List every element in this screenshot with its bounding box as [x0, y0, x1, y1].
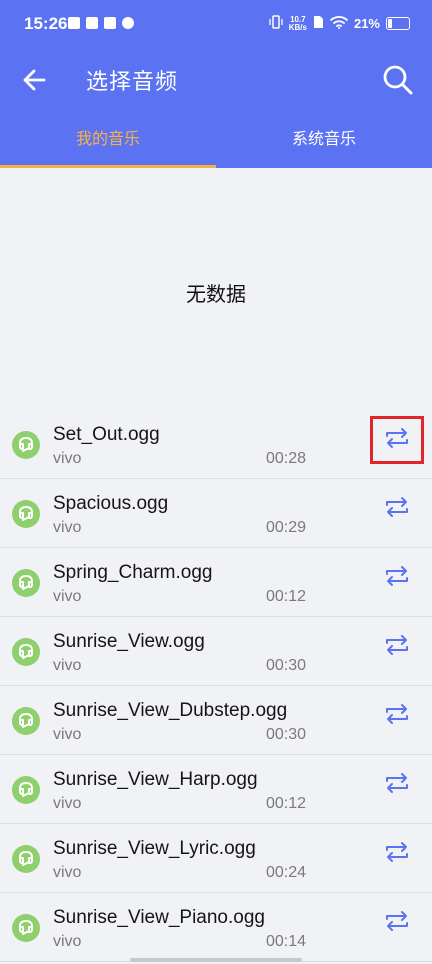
- music-note-icon: [11, 568, 41, 598]
- search-icon: [383, 65, 413, 95]
- battery-icon: [386, 17, 410, 30]
- music-note-icon: [11, 913, 41, 943]
- song-duration: 00:12: [266, 795, 307, 812]
- status-bar: 15:26 10.7 KB/s 21%: [0, 0, 432, 50]
- song-title: Spacious.ogg: [53, 493, 169, 514]
- song-row[interactable]: Sunrise_View_Dubstep.oggvivo 00:30: [0, 686, 432, 755]
- wifi-icon: [330, 15, 348, 32]
- vibrate-icon: [269, 15, 283, 32]
- music-note-icon: [11, 706, 41, 736]
- song-duration: 00:30: [266, 657, 307, 674]
- song-row[interactable]: Sunrise_View_Lyric.oggvivo 00:24: [0, 824, 432, 893]
- repeat-button[interactable]: [370, 899, 424, 947]
- song-row[interactable]: Sunrise_View_Harp.oggvivo 00:12: [0, 755, 432, 824]
- repeat-icon: [383, 839, 411, 869]
- song-title: Sunrise_View.ogg: [53, 631, 205, 652]
- repeat-button[interactable]: [370, 761, 424, 809]
- song-title: Spring_Charm.ogg: [53, 562, 213, 583]
- song-duration: 00:24: [266, 864, 307, 881]
- song-artist: vivo: [53, 450, 82, 467]
- song-title: Sunrise_View_Dubstep.ogg: [53, 700, 288, 721]
- repeat-button[interactable]: [370, 485, 424, 533]
- repeat-icon: [383, 632, 411, 662]
- app-icon: [104, 17, 116, 29]
- battery-percent: 21%: [353, 16, 380, 31]
- song-title: Set_Out.ogg: [53, 424, 160, 445]
- tab-bar: 我的音乐 系统音乐: [0, 110, 432, 168]
- repeat-button[interactable]: [370, 692, 424, 740]
- repeat-icon: [383, 770, 411, 800]
- repeat-icon: [383, 563, 411, 593]
- empty-state-text: 无数据: [186, 282, 246, 306]
- song-row[interactable]: Spring_Charm.oggvivo 00:12: [0, 548, 432, 617]
- song-duration: 00:28: [266, 450, 307, 467]
- song-artist: vivo: [53, 933, 82, 950]
- repeat-button[interactable]: [370, 554, 424, 602]
- song-row[interactable]: Set_Out.oggvivo 00:28: [0, 410, 432, 479]
- repeat-icon: [383, 908, 411, 938]
- back-button[interactable]: [18, 62, 54, 98]
- tab-indicator: [0, 165, 216, 168]
- arrow-left-icon: [23, 69, 46, 91]
- status-time: 15:26: [24, 14, 68, 33]
- repeat-button[interactable]: [370, 416, 424, 464]
- tab-system-music[interactable]: 系统音乐: [216, 110, 432, 168]
- song-row[interactable]: Sunrise_View_Piano.oggvivo 00:14: [0, 893, 432, 962]
- tab-my-music[interactable]: 我的音乐: [0, 110, 216, 168]
- repeat-button[interactable]: [370, 830, 424, 878]
- calendar-icon: [86, 17, 98, 29]
- home-indicator: [130, 958, 302, 962]
- song-duration: 00:30: [266, 726, 307, 743]
- song-artist: vivo: [53, 726, 82, 743]
- song-duration: 00:14: [266, 933, 307, 950]
- song-artist: vivo: [53, 588, 82, 605]
- net-speed: 10.7 KB/s: [288, 14, 307, 32]
- song-row[interactable]: Spacious.ogg vivo 00:29: [0, 479, 432, 548]
- song-artist: vivo: [53, 657, 82, 674]
- music-note-icon: [11, 637, 41, 667]
- song-duration: 00:12: [266, 588, 307, 605]
- sim-icon: [313, 15, 324, 32]
- song-list: Set_Out.oggvivo 00:28 Spacious.ogg vivo 00:…: [0, 410, 432, 962]
- repeat-icon: [383, 425, 411, 455]
- song-artist: vivo: [53, 519, 82, 536]
- song-title: Sunrise_View_Piano.ogg: [53, 907, 265, 928]
- tiktok-icon: [68, 17, 80, 29]
- repeat-button[interactable]: [370, 623, 424, 671]
- page-title: 选择音频: [86, 70, 179, 95]
- song-title: Sunrise_View_Lyric.ogg: [53, 838, 256, 859]
- search-button[interactable]: [378, 60, 418, 100]
- song-artist: vivo: [53, 864, 82, 881]
- song-artist: vivo: [53, 795, 82, 812]
- repeat-icon: [383, 494, 411, 524]
- music-note-icon: [11, 775, 41, 805]
- sync-icon: [122, 17, 134, 29]
- song-row[interactable]: Sunrise_View.oggvivo 00:30: [0, 617, 432, 686]
- app-bar: 选择音频: [0, 50, 432, 110]
- music-note-icon: [11, 430, 41, 460]
- status-notification-icons: [68, 17, 134, 29]
- repeat-icon: [383, 701, 411, 731]
- song-title: Sunrise_View_Harp.ogg: [53, 769, 258, 790]
- song-duration: 00:29: [266, 519, 307, 536]
- status-right: 10.7 KB/s 21%: [269, 15, 410, 32]
- music-note-icon: [11, 844, 41, 874]
- music-note-icon: [11, 499, 41, 529]
